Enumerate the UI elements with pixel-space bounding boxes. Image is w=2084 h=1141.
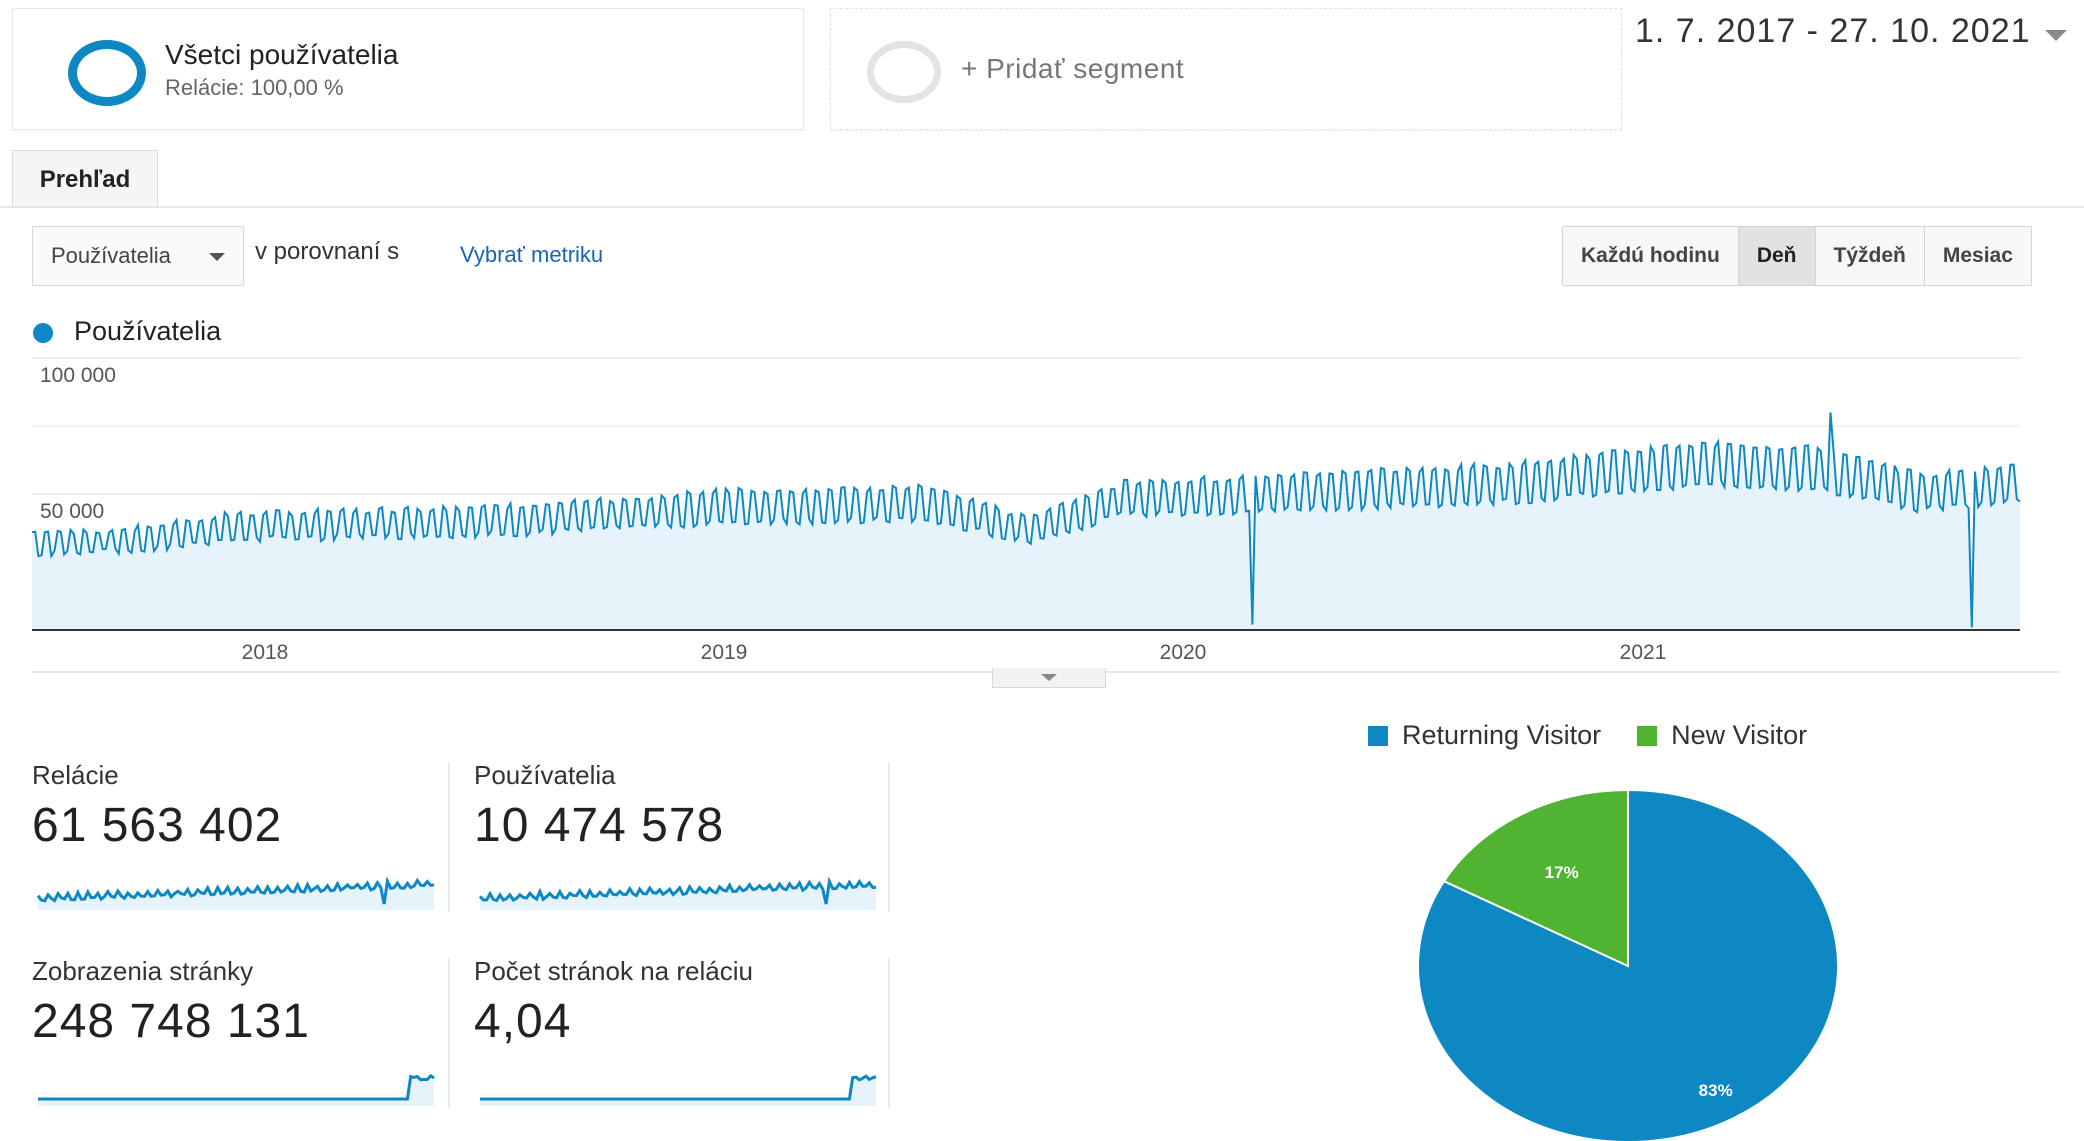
legend-returning-visitor[interactable]: Returning Visitor (1368, 720, 1601, 751)
metric-sparkline (38, 1073, 435, 1106)
pie-slice-label: 17% (1545, 863, 1579, 882)
metric-value: 61 563 402 (32, 799, 283, 852)
visitor-type-pie-chart[interactable]: 83% 17% (1418, 786, 1848, 1141)
metric-value: 4,04 (474, 995, 572, 1048)
segment-title: Všetci používatelia (165, 39, 399, 70)
y-tick-label: 100 000 (40, 364, 116, 387)
x-tick-label: 2019 (701, 641, 748, 664)
legend-label: New Visitor (1671, 720, 1808, 750)
metric-card-pages-per-session[interactable]: Počet stránok na reláciu 4,04 (474, 956, 894, 1126)
legend-label: Returning Visitor (1402, 720, 1602, 750)
tab-overview[interactable]: Prehľad (12, 150, 158, 208)
x-tick-label: 2018 (242, 641, 289, 664)
y-tick-label: 50 000 (40, 500, 104, 523)
add-segment-label: + Pridať segment (961, 53, 1185, 84)
sparkline-fill (480, 1076, 876, 1106)
segment-ring-icon (68, 40, 146, 106)
metric-label: Zobrazenia stránky (32, 956, 254, 986)
hourly-button[interactable]: Každú hodinu (1563, 227, 1739, 285)
chevron-down-icon[interactable] (2045, 30, 2067, 41)
divider (888, 762, 890, 912)
legend-series-label[interactable]: Používatelia (74, 316, 221, 347)
metric-value: 10 474 578 (474, 799, 725, 852)
sparkline-fill (38, 1075, 434, 1106)
empty-segment-icon (867, 41, 941, 103)
compare-label: v porovnaní s (255, 238, 400, 265)
sparkline-path (38, 1073, 435, 1101)
day-button[interactable]: Deň (1738, 227, 1816, 285)
select-metric-link[interactable]: Vybrať metriku (460, 242, 603, 268)
pie-legend: Returning Visitor New Visitor (1368, 720, 1843, 751)
time-granularity-group: Každú hodinu Deň Týždeň Mesiac (1562, 226, 2032, 286)
date-range-picker[interactable]: 1. 7. 2017 - 27. 10. 2021 (1635, 12, 2031, 51)
metric-value: 248 748 131 (32, 995, 310, 1048)
metric-card-sessions[interactable]: Relácie 61 563 402 (32, 760, 452, 930)
metric-select[interactable]: Používatelia (32, 226, 244, 286)
segment-subtitle: Relácie: 100,00 % (165, 75, 344, 100)
metric-card-pageviews[interactable]: Zobrazenia stránky 248 748 131 (32, 956, 452, 1126)
segment-all-users[interactable]: Všetci používatelia Relácie: 100,00 % (12, 8, 804, 130)
metric-select-value: Používatelia (51, 243, 171, 268)
metric-label: Relácie (32, 760, 119, 790)
legend-swatch (1637, 725, 1658, 746)
legend-swatch (1368, 725, 1388, 746)
week-button[interactable]: Týždeň (1815, 227, 1925, 285)
sparkline-path (480, 1074, 877, 1101)
divider (448, 958, 450, 1108)
x-tick-label: 2020 (1160, 641, 1207, 664)
dropdown-caret-icon (209, 253, 225, 261)
users-line-chart[interactable]: 100 000 50 000 2018 2019 2020 2021 (0, 350, 2084, 680)
x-tick-label: 2021 (1620, 641, 1667, 664)
legend-series-dot (33, 323, 53, 343)
tab-divider (0, 206, 2084, 208)
chevron-down-icon (1041, 674, 1057, 681)
metric-label: Používatelia (474, 760, 616, 790)
chart-collapse-toggle[interactable] (992, 668, 1106, 688)
month-button[interactable]: Mesiac (1924, 227, 2031, 285)
metric-label: Počet stránok na reláciu (474, 956, 753, 986)
metric-sparkline (480, 1074, 877, 1106)
divider (888, 958, 890, 1108)
metric-card-users[interactable]: Používatelia 10 474 578 (474, 760, 894, 930)
divider (448, 762, 450, 912)
metric-sparkline (36, 876, 435, 910)
pie-slice-label: 83% (1699, 1081, 1733, 1100)
metric-sparkline (478, 876, 877, 910)
legend-new-visitor[interactable]: New Visitor (1637, 720, 1807, 751)
add-segment-button[interactable]: + Pridať segment (830, 8, 1622, 130)
